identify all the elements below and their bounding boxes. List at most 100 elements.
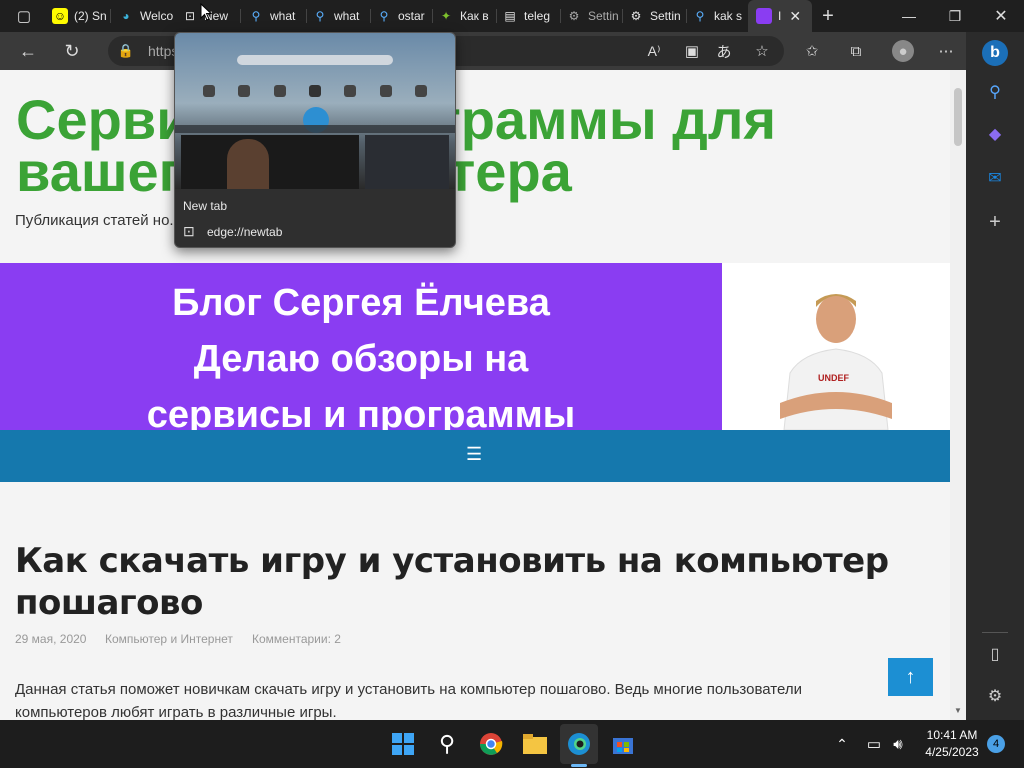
sidebar-divider (982, 632, 1008, 633)
tab-snapchat[interactable]: ☺ (2) Sn (52, 0, 108, 32)
start-button[interactable] (389, 730, 417, 758)
article-comments-link[interactable]: Комментарии: 2 (252, 632, 341, 646)
gear-icon: ⚙ (568, 9, 580, 23)
volume-icon[interactable]: 🔊︎ (884, 730, 912, 758)
favorites-icon[interactable]: ✩ (802, 41, 822, 61)
chrome-icon[interactable] (477, 730, 505, 758)
tab-hover-preview: New tab ⊡ edge://newtab (174, 32, 456, 248)
menu-hamburger-icon[interactable]: ☰ (466, 444, 482, 465)
edge-sidebar: b ⚲ ◆ ✉ + ▯ ⚙ (966, 32, 1024, 720)
more-menu-icon[interactable]: ⋯ (936, 41, 956, 61)
active-app-indicator (571, 764, 587, 767)
site-icon (756, 8, 772, 24)
taskbar-search-icon[interactable]: ⚲ (433, 730, 461, 758)
read-aloud-icon[interactable]: A⁾ (644, 41, 664, 61)
thumbnail-side-card (365, 135, 449, 189)
gear-icon: ⚙ (630, 9, 642, 23)
close-tab-icon[interactable]: ✕ (789, 8, 801, 25)
tab-separator (306, 9, 307, 23)
lock-icon[interactable]: 🔒 (116, 41, 136, 61)
tab-label: (2) Sn (74, 9, 107, 23)
tab-settings-1[interactable]: ⚙ Settin (566, 0, 622, 32)
tab-search-4[interactable]: ⚲ kak s (692, 0, 746, 32)
tab-label: Settin (588, 9, 619, 23)
close-window-button[interactable]: ✕ (978, 0, 1024, 32)
tab-separator (496, 9, 497, 23)
profile-avatar[interactable]: ● (892, 40, 914, 62)
sidebar-settings-gear-icon[interactable]: ⚙ (985, 686, 1005, 706)
article-title[interactable]: Как скачать игру и установить на компьют… (15, 540, 915, 624)
scroll-down-arrow-icon[interactable]: ▼ (954, 706, 962, 715)
banner-line: Делаю обзоры на (193, 338, 529, 380)
refresh-icon[interactable]: ↻ (62, 41, 82, 61)
tab-label: ostar (398, 9, 425, 23)
tab-welcome[interactable]: ◕ Welco (118, 0, 174, 32)
android-icon: ✦ (440, 9, 452, 23)
scroll-to-top-button[interactable]: ↑ (888, 658, 933, 696)
search-icon: ⚲ (695, 9, 705, 23)
tab-search-3[interactable]: ⚲ ostar (376, 0, 432, 32)
browser-toolbar: ← ↻ 🔒 https://...ru-i-ustanovit-na-kompy… (0, 32, 1024, 70)
clock-date[interactable]: 4/25/2023 (920, 745, 984, 759)
clock-time[interactable]: 10:41 AM (920, 728, 984, 742)
outlook-icon[interactable]: ✉ (985, 168, 1005, 188)
thumbnail-search-box (237, 55, 393, 65)
file-explorer-icon[interactable] (521, 730, 549, 758)
article-date: 29 мая, 2020 (15, 632, 87, 646)
snapchat-icon: ☺ (52, 8, 68, 24)
back-arrow-icon[interactable]: ← (18, 41, 38, 61)
author-photo-illustration: UNDEF (780, 294, 892, 431)
tab-label: Welco (140, 9, 174, 23)
collections-icon[interactable]: ⧉ (846, 41, 866, 61)
svg-text:UNDEF: UNDEF (818, 373, 850, 383)
restore-button[interactable]: ❐ (932, 0, 978, 32)
search-icon: ⚲ (379, 9, 389, 23)
tab-settings-2[interactable]: ⚙ Settin (628, 0, 684, 32)
hide-sidebar-icon[interactable]: ▯ (985, 644, 1005, 664)
article-category-link[interactable]: Компьютер и Интернет (105, 632, 233, 646)
blog-banner[interactable]: Блог Сергея Ёлчева Делаю обзоры на серви… (0, 263, 722, 436)
tab-label: what (334, 9, 360, 23)
tab-actions-icon[interactable]: ▢ (14, 6, 34, 26)
tab-separator (110, 9, 111, 23)
show-hidden-icons-chevron-icon[interactable]: ⌃ (828, 730, 856, 758)
tab-strip: ▢ ☺ (2) Sn ◕ Welco ⊡ New ⚲ what ⚲ what ⚲… (0, 0, 1024, 32)
tab-label: what (270, 9, 296, 23)
banner-line: Блог Сергея Ёлчева (172, 282, 550, 324)
app-available-icon[interactable]: ▣ (682, 41, 702, 61)
search-icon: ⚲ (315, 9, 325, 23)
search-icon[interactable]: ⚲ (985, 82, 1005, 102)
notification-badge[interactable]: 4 (987, 735, 1005, 753)
scrollbar-thumb[interactable] (954, 88, 962, 146)
newtab-icon: ⊡ (184, 9, 196, 23)
thumbnail-feed-bar (175, 125, 455, 133)
preview-url: edge://newtab (207, 225, 283, 239)
tab-separator (686, 9, 687, 23)
windows-taskbar: ⚲ ⌃ ▭ 🔊︎ 10:41 AM 4/25/2023 4 (0, 720, 1024, 768)
bing-chat-icon[interactable]: b (982, 40, 1008, 66)
new-tab-button[interactable]: + (818, 5, 838, 27)
tab-telegram[interactable]: ▤ teleg (502, 0, 558, 32)
page-scrollbar[interactable]: ▼ (950, 70, 966, 720)
minimize-button[interactable]: — (886, 0, 932, 32)
edge-icon: ◕ (122, 9, 130, 23)
page-icon: ▤ (504, 9, 516, 23)
tab-label: Settin (650, 9, 681, 23)
translate-icon[interactable]: あ (714, 41, 734, 61)
add-favorite-icon[interactable]: ☆ (752, 41, 772, 61)
preview-title: New tab (183, 199, 228, 213)
tab-separator (432, 9, 433, 23)
site-description: Публикация статей но... (15, 212, 182, 229)
newtab-thumbnail (175, 33, 455, 189)
tab-android[interactable]: ✦ Как в (438, 0, 494, 32)
tab-separator (622, 9, 623, 23)
tab-separator (560, 9, 561, 23)
edge-taskbar-icon[interactable] (560, 724, 598, 764)
add-sidebar-app-icon[interactable]: + (985, 211, 1005, 233)
tab-search-2[interactable]: ⚲ what (312, 0, 368, 32)
nav-bar: ☰ (0, 430, 950, 482)
store-icon[interactable] (609, 730, 637, 758)
tab-active[interactable]: I ✕ (748, 0, 812, 32)
copilot-icon[interactable]: ◆ (985, 124, 1005, 144)
tab-search-1[interactable]: ⚲ what (248, 0, 304, 32)
